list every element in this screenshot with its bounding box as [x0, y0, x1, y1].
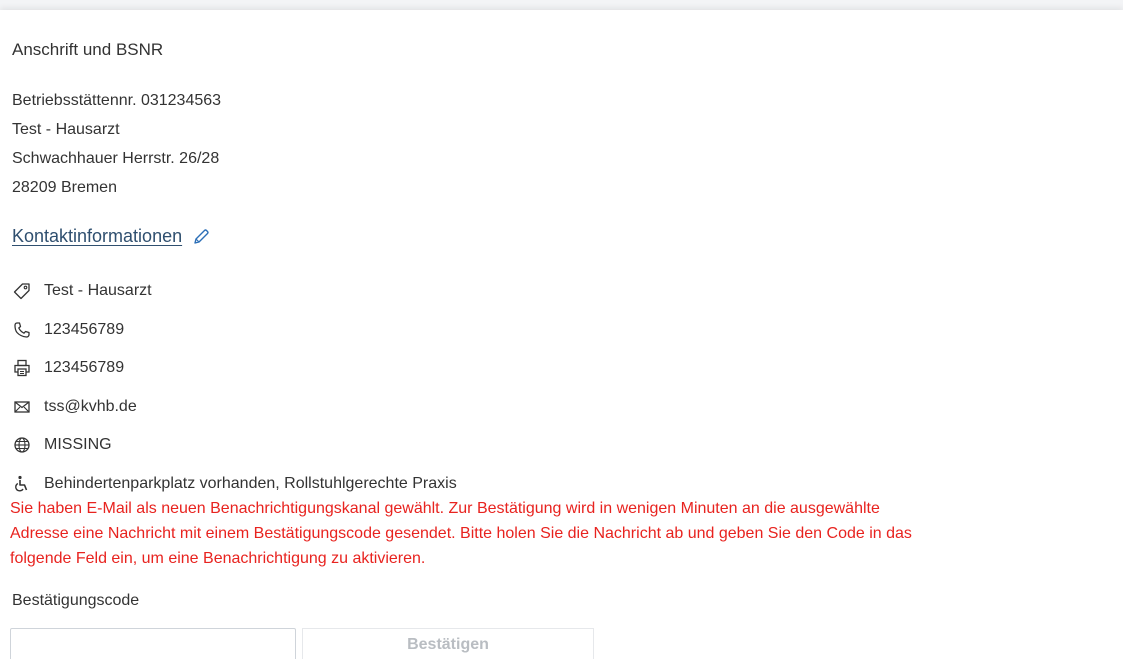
- email-confirmation-notice: Sie haben E-Mail als neuen Benachrichtig…: [10, 496, 1115, 571]
- contact-website-value: MISSING: [44, 436, 112, 454]
- notice-line-3: folgende Feld ein, um eine Benachrichtig…: [10, 550, 426, 567]
- globe-icon: [12, 435, 32, 455]
- contact-phone-value: 123456789: [44, 320, 125, 338]
- wheelchair-icon: [12, 474, 32, 494]
- address-section-title: Anschrift und BSNR: [12, 40, 164, 59]
- notice-line-1: Sie haben E-Mail als neuen Benachrichtig…: [10, 500, 880, 517]
- pencil-icon[interactable]: [192, 228, 210, 246]
- contact-name-value: Test - Hausarzt: [44, 282, 152, 300]
- bsnr-line: Betriebsstättennr. 031234563: [12, 92, 222, 109]
- tag-icon: [12, 281, 32, 301]
- contact-email-value: tss@kvhb.de: [44, 397, 137, 415]
- practice-details-panel: Anschrift und BSNR Betriebsstättennr. 03…: [0, 10, 1123, 659]
- contact-item-name: Test - Hausarzt: [12, 272, 457, 311]
- printer-icon: [12, 358, 32, 378]
- city-line: 28209 Bremen: [12, 179, 117, 196]
- contact-fax-value: 123456789: [44, 359, 125, 377]
- confirm-button[interactable]: Bestätigen: [302, 628, 594, 659]
- contact-item-fax: 123456789: [12, 349, 457, 388]
- contact-item-phone: 123456789: [12, 311, 457, 350]
- contact-item-website: MISSING: [12, 426, 457, 465]
- contact-list: Test - Hausarzt 123456789 123456789 tss@…: [12, 272, 457, 503]
- contact-section-header: Kontaktinformationen: [12, 226, 210, 247]
- contact-item-email: tss@kvhb.de: [12, 388, 457, 427]
- address-block: Betriebsstättennr. 031234563 Test - Haus…: [12, 86, 221, 202]
- notice-line-2: Adresse eine Nachricht mit einem Bestäti…: [10, 525, 912, 542]
- contact-accessibility-value: Behindertenparkplatz vorhanden, Rollstuh…: [44, 474, 457, 492]
- practice-name-line: Test - Hausarzt: [12, 121, 120, 138]
- mail-icon: [12, 397, 32, 417]
- contact-info-link[interactable]: Kontaktinformationen: [12, 226, 182, 247]
- street-line: Schwachhauer Herrstr. 26/28: [12, 150, 220, 167]
- phone-icon: [12, 320, 32, 340]
- confirmation-code-label: Bestätigungscode: [12, 592, 140, 609]
- confirmation-code-input[interactable]: [10, 628, 296, 659]
